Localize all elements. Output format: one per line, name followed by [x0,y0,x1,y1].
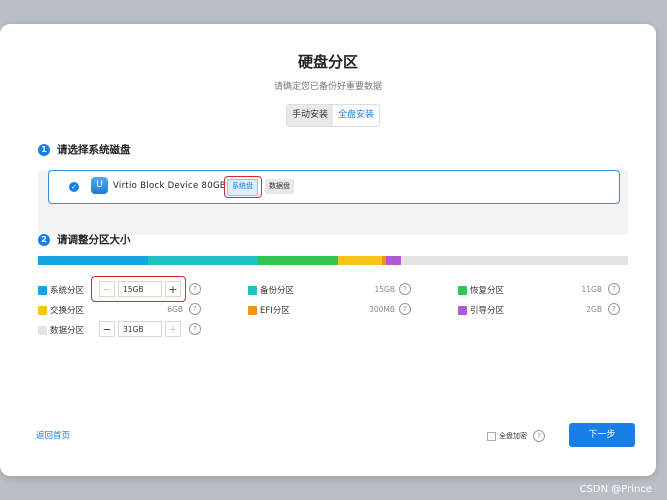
encrypt-checkbox[interactable] [487,431,496,441]
label-swap: 交换分区 [50,306,85,316]
dialog-subtitle: 请确定您已备份好重要数据 [273,82,382,92]
legend-data: 数据分区 [38,320,84,340]
bar-segment [147,256,258,265]
step2-title: 请调整分区大小 [57,234,131,246]
check-icon: ✓ [69,182,79,192]
data-size-stepper: − 31GB + [99,320,181,338]
disk-list: ✓ U Virtio Block Device 80GB 系统盘 数据盘 [38,170,628,235]
tag-system-disk[interactable]: 系统盘 [227,179,258,196]
label-recovery: 恢复分区 [470,286,505,296]
partition-row: 系统分区 − 15GB + ? 备份分区 15GB ? 恢复分区 11GB ? [38,276,628,302]
install-mode-tabs: 手动安装 全盘安装 [286,104,381,127]
size-swap: 6GB [167,305,183,314]
system-plus-button[interactable]: + [165,281,181,297]
disk-name: Virtio Block Device 80GB [113,181,226,191]
label-data: 数据分区 [50,326,85,336]
size-boot: 2GB [586,305,602,314]
legend-swap: 交换分区 [38,300,84,320]
back-home-link[interactable]: 返回首页 [36,429,70,441]
full-disk-encrypt-option[interactable]: 全盘加密 ? [487,430,545,442]
data-plus-button[interactable]: + [165,321,181,337]
legend-system: 系统分区 [38,280,84,300]
partition-row: 数据分区 − 31GB + ? [38,320,628,340]
help-icon[interactable]: ? [399,303,411,315]
size-efi: 300MB [369,305,395,314]
legend-efi: EFI分区 [248,300,290,320]
swatch-swap [38,305,47,315]
tag-data-disk[interactable]: 数据盘 [265,179,294,194]
help-icon[interactable]: ? [399,283,411,295]
step1-number: 1 [38,143,50,156]
help-icon[interactable]: ? [189,303,201,315]
system-size-stepper: − 15GB + [99,280,181,298]
step1-title: 请选择系统磁盘 [57,144,131,156]
label-efi: EFI分区 [260,306,290,316]
partition-size-bar [38,256,628,265]
label-backup: 备份分区 [260,286,295,296]
encrypt-label: 全盘加密 [499,432,527,440]
swatch-backup [248,285,257,295]
partition-row: 交换分区 6GB ? EFI分区 300MB ? 引导分区 2GB ? [38,300,628,320]
data-minus-button[interactable]: − [99,321,115,337]
swatch-system [38,285,47,295]
next-step-button[interactable]: 下一步 [569,423,635,447]
bar-segment [401,256,628,265]
watermark: CSDN @Prince [579,484,652,495]
bar-segment [386,256,402,265]
disk-icon: U [91,177,108,194]
partition-dialog: 硬盘分区 请确定您已备份好重要数据 手动安装 全盘安装 1 请选择系统磁盘 ✓ … [0,24,656,476]
swatch-efi [248,305,257,315]
system-size-input[interactable]: 15GB [118,281,162,297]
help-icon[interactable]: ? [608,283,620,295]
tab-manual-install[interactable]: 手动安装 [287,105,334,126]
bar-segment [338,256,383,265]
help-icon[interactable]: ? [189,323,201,335]
legend-boot: 引导分区 [458,300,504,320]
help-icon[interactable]: ? [533,430,545,442]
legend-recovery: 恢复分区 [458,280,504,300]
size-recovery: 11GB [581,285,602,294]
bar-segment [38,256,148,265]
step1-heading: 1 请选择系统磁盘 [38,142,131,157]
tab-full-disk-install[interactable]: 全盘安装 [333,105,380,126]
help-icon[interactable]: ? [189,283,201,295]
disk-option-virtio[interactable]: ✓ U Virtio Block Device 80GB 系统盘 数据盘 [48,170,620,204]
size-backup: 15GB [374,285,395,294]
dialog-title: 硬盘分区 [297,53,358,71]
bar-segment [257,256,339,265]
step2-heading: 2 请调整分区大小 [38,232,131,247]
data-size-input[interactable]: 31GB [118,321,162,337]
help-icon[interactable]: ? [608,303,620,315]
system-minus-button[interactable]: − [99,281,115,297]
label-system: 系统分区 [50,286,85,296]
swatch-boot [458,305,467,315]
legend-backup: 备份分区 [248,280,294,300]
swatch-data [38,325,47,335]
label-boot: 引导分区 [470,306,505,316]
step2-number: 2 [38,233,50,246]
swatch-recovery [458,285,467,295]
